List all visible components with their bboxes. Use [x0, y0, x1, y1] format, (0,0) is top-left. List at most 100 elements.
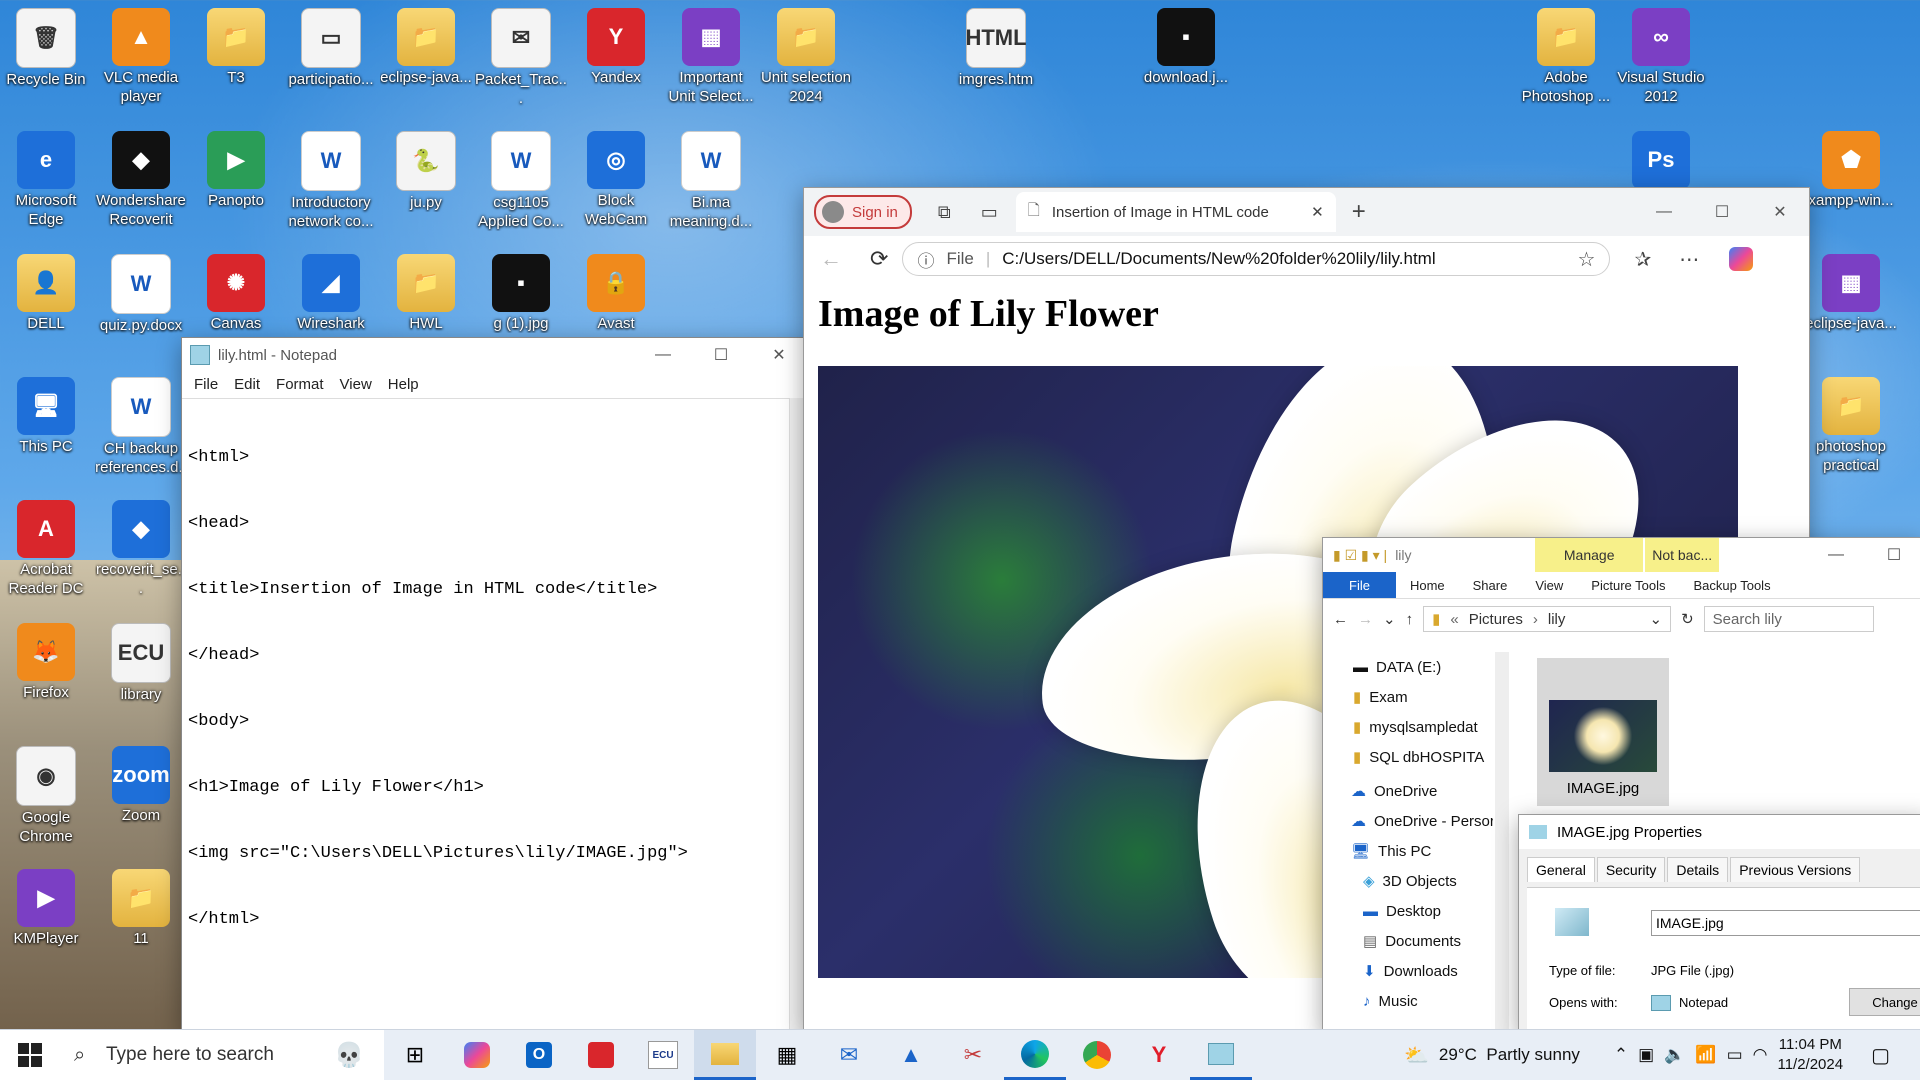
desktop-icon[interactable]: 📁 photoshop practical — [1805, 373, 1897, 475]
file-item-image[interactable]: IMAGE.jpg — [1537, 658, 1669, 806]
explorer-titlebar[interactable]: ▮ ☑ ▮ ▾ | lily Manage Not bac... — ☐ — [1323, 538, 1920, 572]
forward-icon[interactable]: → — [1358, 611, 1373, 628]
tab-details[interactable]: Details — [1667, 857, 1729, 882]
tree-item[interactable]: ▬ DATA (E:) — [1323, 652, 1493, 682]
chrome-taskbar-icon[interactable] — [1066, 1030, 1128, 1080]
desktop-icon[interactable]: e Microsoft Edge — [0, 127, 92, 229]
tree-item[interactable]: 🖥 This PC — [1323, 836, 1493, 866]
close-tab-icon[interactable]: ✕ — [1311, 203, 1324, 221]
ribbon-share-tab[interactable]: Share — [1459, 572, 1522, 598]
sign-in-button[interactable]: Sign in — [814, 195, 912, 229]
volume-icon[interactable]: 🔈 — [1664, 1045, 1685, 1065]
explorer-path-bar[interactable]: ▮ « Pictures › lily ⌄ — [1423, 606, 1672, 632]
outlook-taskbar-icon[interactable]: O — [508, 1030, 570, 1080]
desktop-icon[interactable]: ∞ Visual Studio 2012 — [1615, 4, 1707, 106]
desktop-icon[interactable]: ▶ KMPlayer — [0, 865, 92, 948]
tree-item[interactable]: ▮ mysqlsampledat — [1323, 712, 1493, 742]
desktop-icon[interactable]: HTML imgres.htm — [950, 4, 1042, 89]
battery-icon[interactable]: ▭ — [1727, 1045, 1743, 1065]
meet-icon[interactable]: ▣ — [1638, 1045, 1654, 1065]
calculator-taskbar-icon[interactable]: ▦ — [756, 1030, 818, 1080]
tree-item[interactable]: ▮ Exam — [1323, 682, 1493, 712]
tree-item[interactable]: ▤ Documents — [1323, 926, 1493, 956]
manage-context-tab[interactable]: Manage — [1535, 538, 1644, 572]
desktop-icon[interactable]: zoom Zoom — [95, 742, 187, 825]
explorer-search-input[interactable]: Search lily — [1703, 606, 1874, 632]
path-dropdown-icon[interactable]: ⌄ — [1650, 610, 1663, 628]
workspaces-icon[interactable]: ⧉ — [938, 202, 951, 223]
filename-field[interactable]: IMAGE.jpg — [1651, 910, 1920, 936]
maximize-button[interactable]: ☐ — [1865, 545, 1920, 565]
copilot-taskbar-icon[interactable] — [446, 1030, 508, 1080]
desktop-icon[interactable]: ◆ recoverit_se... — [95, 496, 187, 598]
recent-locations-icon[interactable]: ⌄ — [1383, 610, 1396, 628]
desktop-icon[interactable]: Y Yandex — [570, 4, 662, 87]
not-backed-context-tab[interactable]: Not bac... — [1645, 538, 1720, 572]
desktop-icon[interactable]: 👤 DELL — [0, 250, 92, 333]
favorites-icon[interactable]: ✰ — [1634, 247, 1651, 272]
ecu-taskbar-icon[interactable]: ECU — [632, 1030, 694, 1080]
azure-taskbar-icon[interactable]: ▲ — [880, 1030, 942, 1080]
menu-file[interactable]: File — [186, 376, 226, 393]
menu-format[interactable]: Format — [268, 376, 332, 393]
tree-item[interactable]: ▮ SQL dbHOSPITA — [1323, 742, 1493, 772]
close-button[interactable]: ✕ — [1751, 202, 1809, 222]
desktop-icon[interactable]: ◆ Wondershare Recoverit — [95, 127, 187, 229]
minimize-button[interactable]: — — [634, 346, 692, 364]
copilot-icon[interactable] — [1729, 247, 1754, 271]
tree-item[interactable]: ◈ 3D Objects — [1323, 866, 1493, 896]
desktop-icon[interactable]: ✉ Packet_Trac... — [475, 4, 567, 108]
mail-taskbar-icon[interactable]: ✉ — [818, 1030, 880, 1080]
wifi-icon[interactable]: ◠ — [1753, 1045, 1768, 1065]
desktop-icon[interactable]: 🦊 Firefox — [0, 619, 92, 702]
show-hidden-icons-icon[interactable]: ⌃ — [1614, 1045, 1628, 1065]
desktop-icon[interactable]: Wquiz.py.docx — [95, 250, 187, 335]
desktop-icon[interactable]: ⬟ xampp-win... — [1805, 127, 1897, 210]
desktop-icon[interactable]: ◢ Wireshark — [285, 250, 377, 333]
network-icon[interactable]: 📶 — [1695, 1045, 1716, 1065]
notepad-taskbar-icon[interactable] — [1190, 1030, 1252, 1080]
menu-edit[interactable]: Edit — [226, 376, 268, 393]
notifications-icon[interactable]: ▢ — [1871, 1043, 1890, 1068]
menu-view[interactable]: View — [332, 376, 380, 393]
desktop-icon[interactable]: A Acrobat Reader DC — [0, 496, 92, 598]
notepad-text-area[interactable]: <html> <head> <title>Insertion of Image … — [182, 398, 790, 1030]
desktop-icon[interactable]: 📁 Adobe Photoshop ... — [1520, 4, 1612, 106]
desktop-icon[interactable]: ◉ Google Chrome — [0, 742, 92, 846]
properties-dialog[interactable]: IMAGE.jpg Properties General Security De… — [1518, 814, 1920, 1034]
desktop-icon[interactable]: ▦ Important Unit Select... — [665, 4, 757, 106]
back-icon[interactable]: ← — [1333, 611, 1348, 628]
ribbon-backup-tools-tab[interactable]: Backup Tools — [1679, 572, 1784, 598]
desktop-icon[interactable]: 🖥 This PC — [0, 373, 92, 456]
file-explorer-taskbar-icon[interactable] — [694, 1030, 756, 1080]
desktop-icon[interactable]: 📁 Unit selection 2024 — [760, 4, 852, 106]
task-view-icon[interactable]: ⊞ — [384, 1030, 446, 1080]
tab-actions-icon[interactable]: ▭ — [981, 202, 998, 223]
desktop-icon[interactable]: W Introductory network co... — [285, 127, 377, 231]
path-lily[interactable]: lily — [1548, 611, 1640, 628]
tree-item[interactable]: ♪ Music — [1323, 986, 1493, 1016]
ribbon-view-tab[interactable]: View — [1521, 572, 1577, 598]
maximize-button[interactable]: ☐ — [1693, 202, 1751, 222]
desktop-icon[interactable]: ▦ eclipse-java... — [1805, 250, 1897, 333]
edge-taskbar-icon[interactable] — [1004, 1030, 1066, 1080]
desktop-icon[interactable]: 📁 T3 — [190, 4, 282, 87]
desktop-icon[interactable]: Wcsg1105 Applied Co... — [475, 127, 567, 231]
info-icon[interactable]: ⓘ — [917, 247, 934, 272]
properties-titlebar[interactable]: IMAGE.jpg Properties — [1519, 815, 1920, 849]
desktop-icon[interactable]: ▪ g (1).jpg — [475, 250, 567, 333]
tree-item[interactable]: ⬇ Downloads — [1323, 956, 1493, 986]
taskbar-search[interactable]: ⌕ Type here to search 💀 — [0, 1030, 384, 1080]
desktop-icon[interactable]: ▪ download.j... — [1140, 4, 1232, 87]
ribbon-home-tab[interactable]: Home — [1396, 572, 1459, 598]
tab-general[interactable]: General — [1527, 857, 1595, 882]
tab-previous-versions[interactable]: Previous Versions — [1730, 857, 1861, 882]
favorite-star-icon[interactable]: ☆ — [1578, 247, 1596, 272]
canvas-taskbar-icon[interactable] — [570, 1030, 632, 1080]
yandex-taskbar-icon[interactable]: Y — [1128, 1030, 1190, 1080]
desktop-icon[interactable]: WCH backup references.d... — [95, 373, 187, 477]
new-tab-icon[interactable]: + — [1352, 198, 1366, 226]
up-icon[interactable]: ↑ — [1406, 611, 1414, 628]
ribbon-picture-tools-tab[interactable]: Picture Tools — [1577, 572, 1679, 598]
desktop-icon[interactable]: 🐍 ju.py — [380, 127, 472, 212]
